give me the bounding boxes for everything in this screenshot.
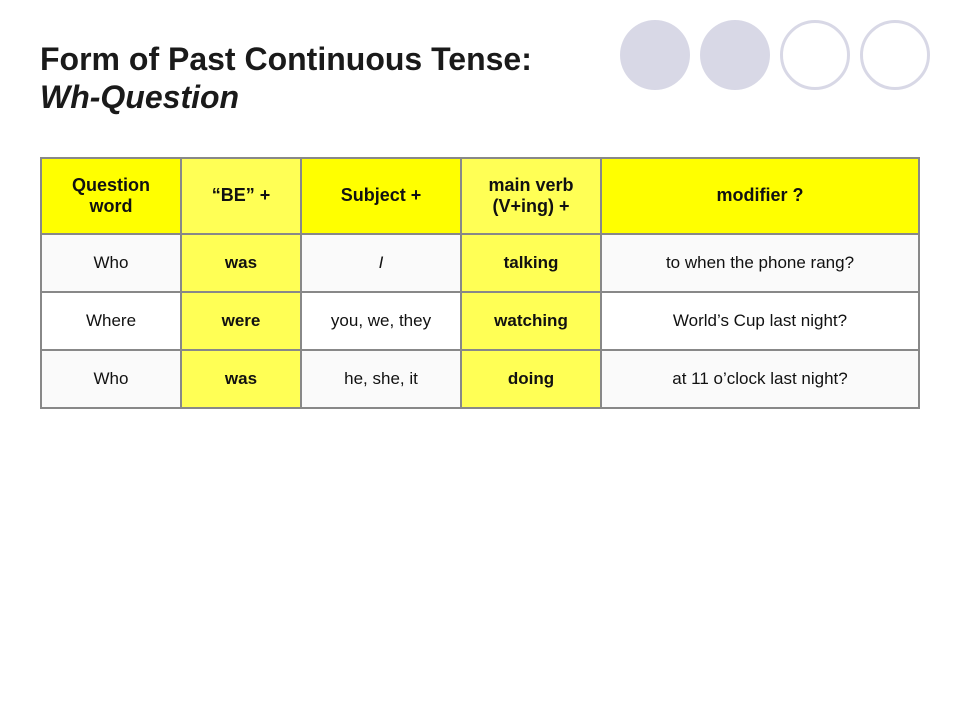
table-header-row: Question word “BE” + Subject + main verb… bbox=[41, 158, 919, 234]
header-main-verb: main verb (V+ing) + bbox=[461, 158, 601, 234]
title-line1: Form of Past Continuous Tense: bbox=[40, 41, 532, 77]
row3-main-verb: doing bbox=[461, 350, 601, 408]
header-question-word: Question word bbox=[41, 158, 181, 234]
page-container: Form of Past Continuous Tense: Wh-Questi… bbox=[0, 0, 960, 720]
circle-3 bbox=[780, 20, 850, 90]
row3-modifier: at 11 o’clock last night? bbox=[601, 350, 919, 408]
row3-subject: he, she, it bbox=[301, 350, 461, 408]
header-be: “BE” + bbox=[181, 158, 301, 234]
row3-be: was bbox=[181, 350, 301, 408]
circle-1 bbox=[620, 20, 690, 90]
row2-modifier: World’s Cup last night? bbox=[601, 292, 919, 350]
row3-question-word: Who bbox=[41, 350, 181, 408]
circle-4 bbox=[860, 20, 930, 90]
title-line2: Wh-Question bbox=[40, 79, 239, 115]
row2-be: were bbox=[181, 292, 301, 350]
row2-question-word: Where bbox=[41, 292, 181, 350]
circle-2 bbox=[700, 20, 770, 90]
grammar-table: Question word “BE” + Subject + main verb… bbox=[40, 157, 920, 409]
row1-main-verb: talking bbox=[461, 234, 601, 292]
row1-be: was bbox=[181, 234, 301, 292]
row1-modifier: to when the phone rang? bbox=[601, 234, 919, 292]
header-subject: Subject + bbox=[301, 158, 461, 234]
row1-subject: I bbox=[301, 234, 461, 292]
row1-question-word: Who bbox=[41, 234, 181, 292]
table-row: Who was I talking to when the phone rang… bbox=[41, 234, 919, 292]
header-modifier: modifier ? bbox=[601, 158, 919, 234]
table-row: Where were you, we, they watching World’… bbox=[41, 292, 919, 350]
table-row: Who was he, she, it doing at 11 o’clock … bbox=[41, 350, 919, 408]
decorative-circles bbox=[620, 20, 930, 90]
row2-subject: you, we, they bbox=[301, 292, 461, 350]
row2-main-verb: watching bbox=[461, 292, 601, 350]
